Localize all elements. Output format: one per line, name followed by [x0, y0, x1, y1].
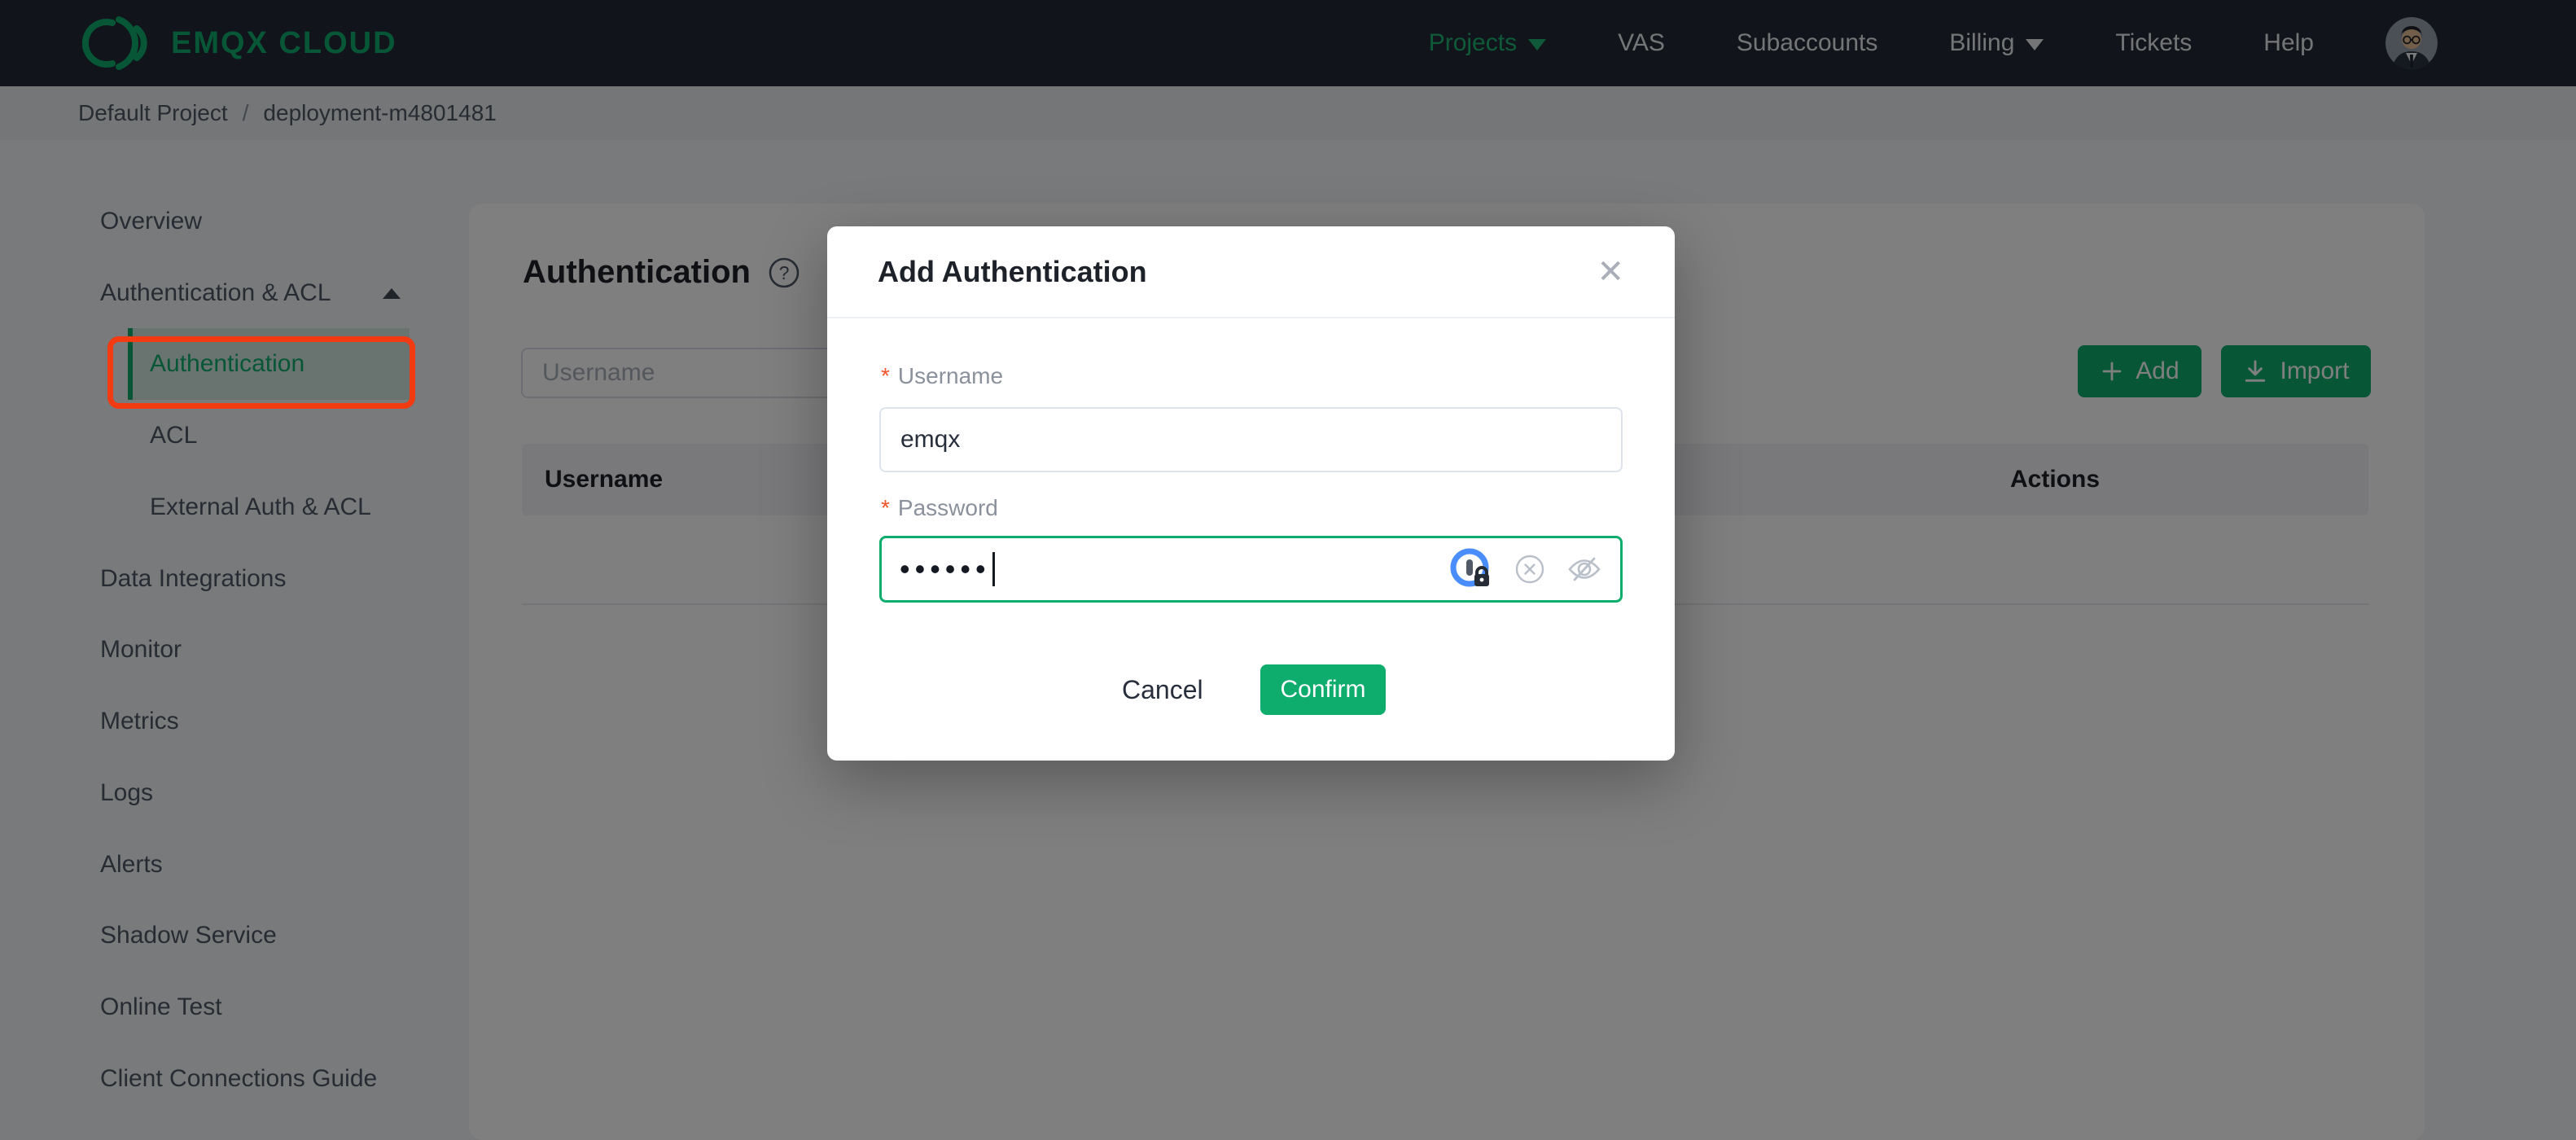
required-marker: *	[881, 363, 890, 388]
password-field-icons	[1449, 547, 1602, 591]
username-field[interactable]	[879, 407, 1623, 472]
eye-off-icon[interactable]	[1566, 554, 1602, 585]
emqx-cloud-console: EMQX CLOUD Projects VAS Subaccounts Bill…	[0, 0, 2576, 1140]
password-manager-icon[interactable]	[1449, 547, 1493, 591]
click-target-annotation	[107, 336, 415, 409]
cancel-button[interactable]: Cancel	[1122, 664, 1203, 715]
required-marker: *	[881, 495, 890, 520]
password-label: * Password	[881, 495, 998, 520]
add-authentication-dialog: Add Authentication ✕ * Username * Passwo…	[827, 226, 1675, 761]
dialog-title: Add Authentication	[878, 254, 1147, 288]
close-icon[interactable]: ✕	[1597, 256, 1624, 288]
dialog-header: Add Authentication ✕	[827, 226, 1675, 318]
confirm-button[interactable]: Confirm	[1260, 664, 1386, 715]
clear-icon[interactable]	[1514, 554, 1545, 585]
password-field[interactable]: ••••••	[879, 536, 1623, 603]
text-caret	[992, 552, 995, 586]
password-masked-value: ••••••	[900, 552, 991, 585]
username-label: * Username	[881, 363, 1004, 388]
